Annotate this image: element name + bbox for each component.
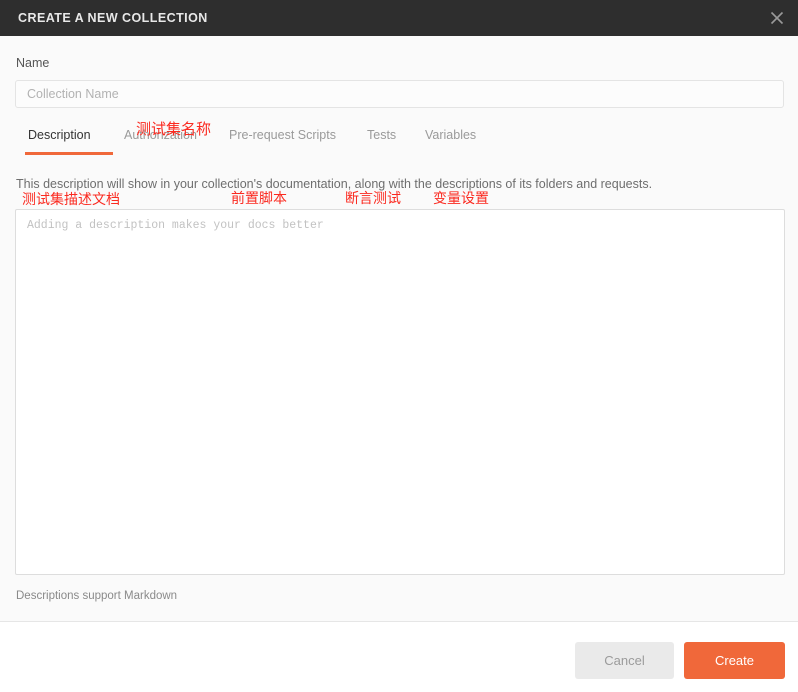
modal-footer: Cancel Create — [0, 621, 798, 692]
modal-body: Name Description Authorization Pre-reque… — [0, 36, 798, 621]
create-button[interactable]: Create — [684, 642, 785, 679]
create-collection-modal: CREATE A NEW COLLECTION Name Description… — [0, 0, 798, 692]
collection-name-input[interactable] — [15, 80, 784, 108]
tab-description[interactable]: Description — [28, 126, 91, 144]
modal-header: CREATE A NEW COLLECTION — [0, 0, 798, 36]
name-field-label: Name — [16, 56, 50, 70]
annotation-pre-request-tab: 前置脚本 — [231, 191, 287, 207]
annotation-collection-name: 测试集名称 — [136, 120, 212, 138]
close-icon[interactable] — [764, 6, 790, 30]
name-input-wrap — [15, 80, 784, 108]
description-hint: This description will show in your colle… — [16, 177, 653, 191]
markdown-support-note: Descriptions support Markdown — [16, 590, 178, 602]
annotation-tests-tab: 断言测试 — [345, 191, 401, 207]
tab-pre-request-scripts[interactable]: Pre-request Scripts — [229, 126, 336, 144]
tab-bar: Description Authorization Pre-request Sc… — [15, 126, 784, 152]
tab-variables[interactable]: Variables — [425, 126, 476, 144]
tab-divider — [0, 153, 798, 154]
annotation-description-tab: 测试集描述文档 — [22, 192, 120, 208]
modal-title: CREATE A NEW COLLECTION — [18, 11, 208, 25]
tab-tests[interactable]: Tests — [367, 126, 396, 144]
cancel-button[interactable]: Cancel — [575, 642, 674, 679]
annotation-variables-tab: 变量设置 — [433, 191, 489, 207]
description-textarea[interactable] — [15, 209, 785, 575]
